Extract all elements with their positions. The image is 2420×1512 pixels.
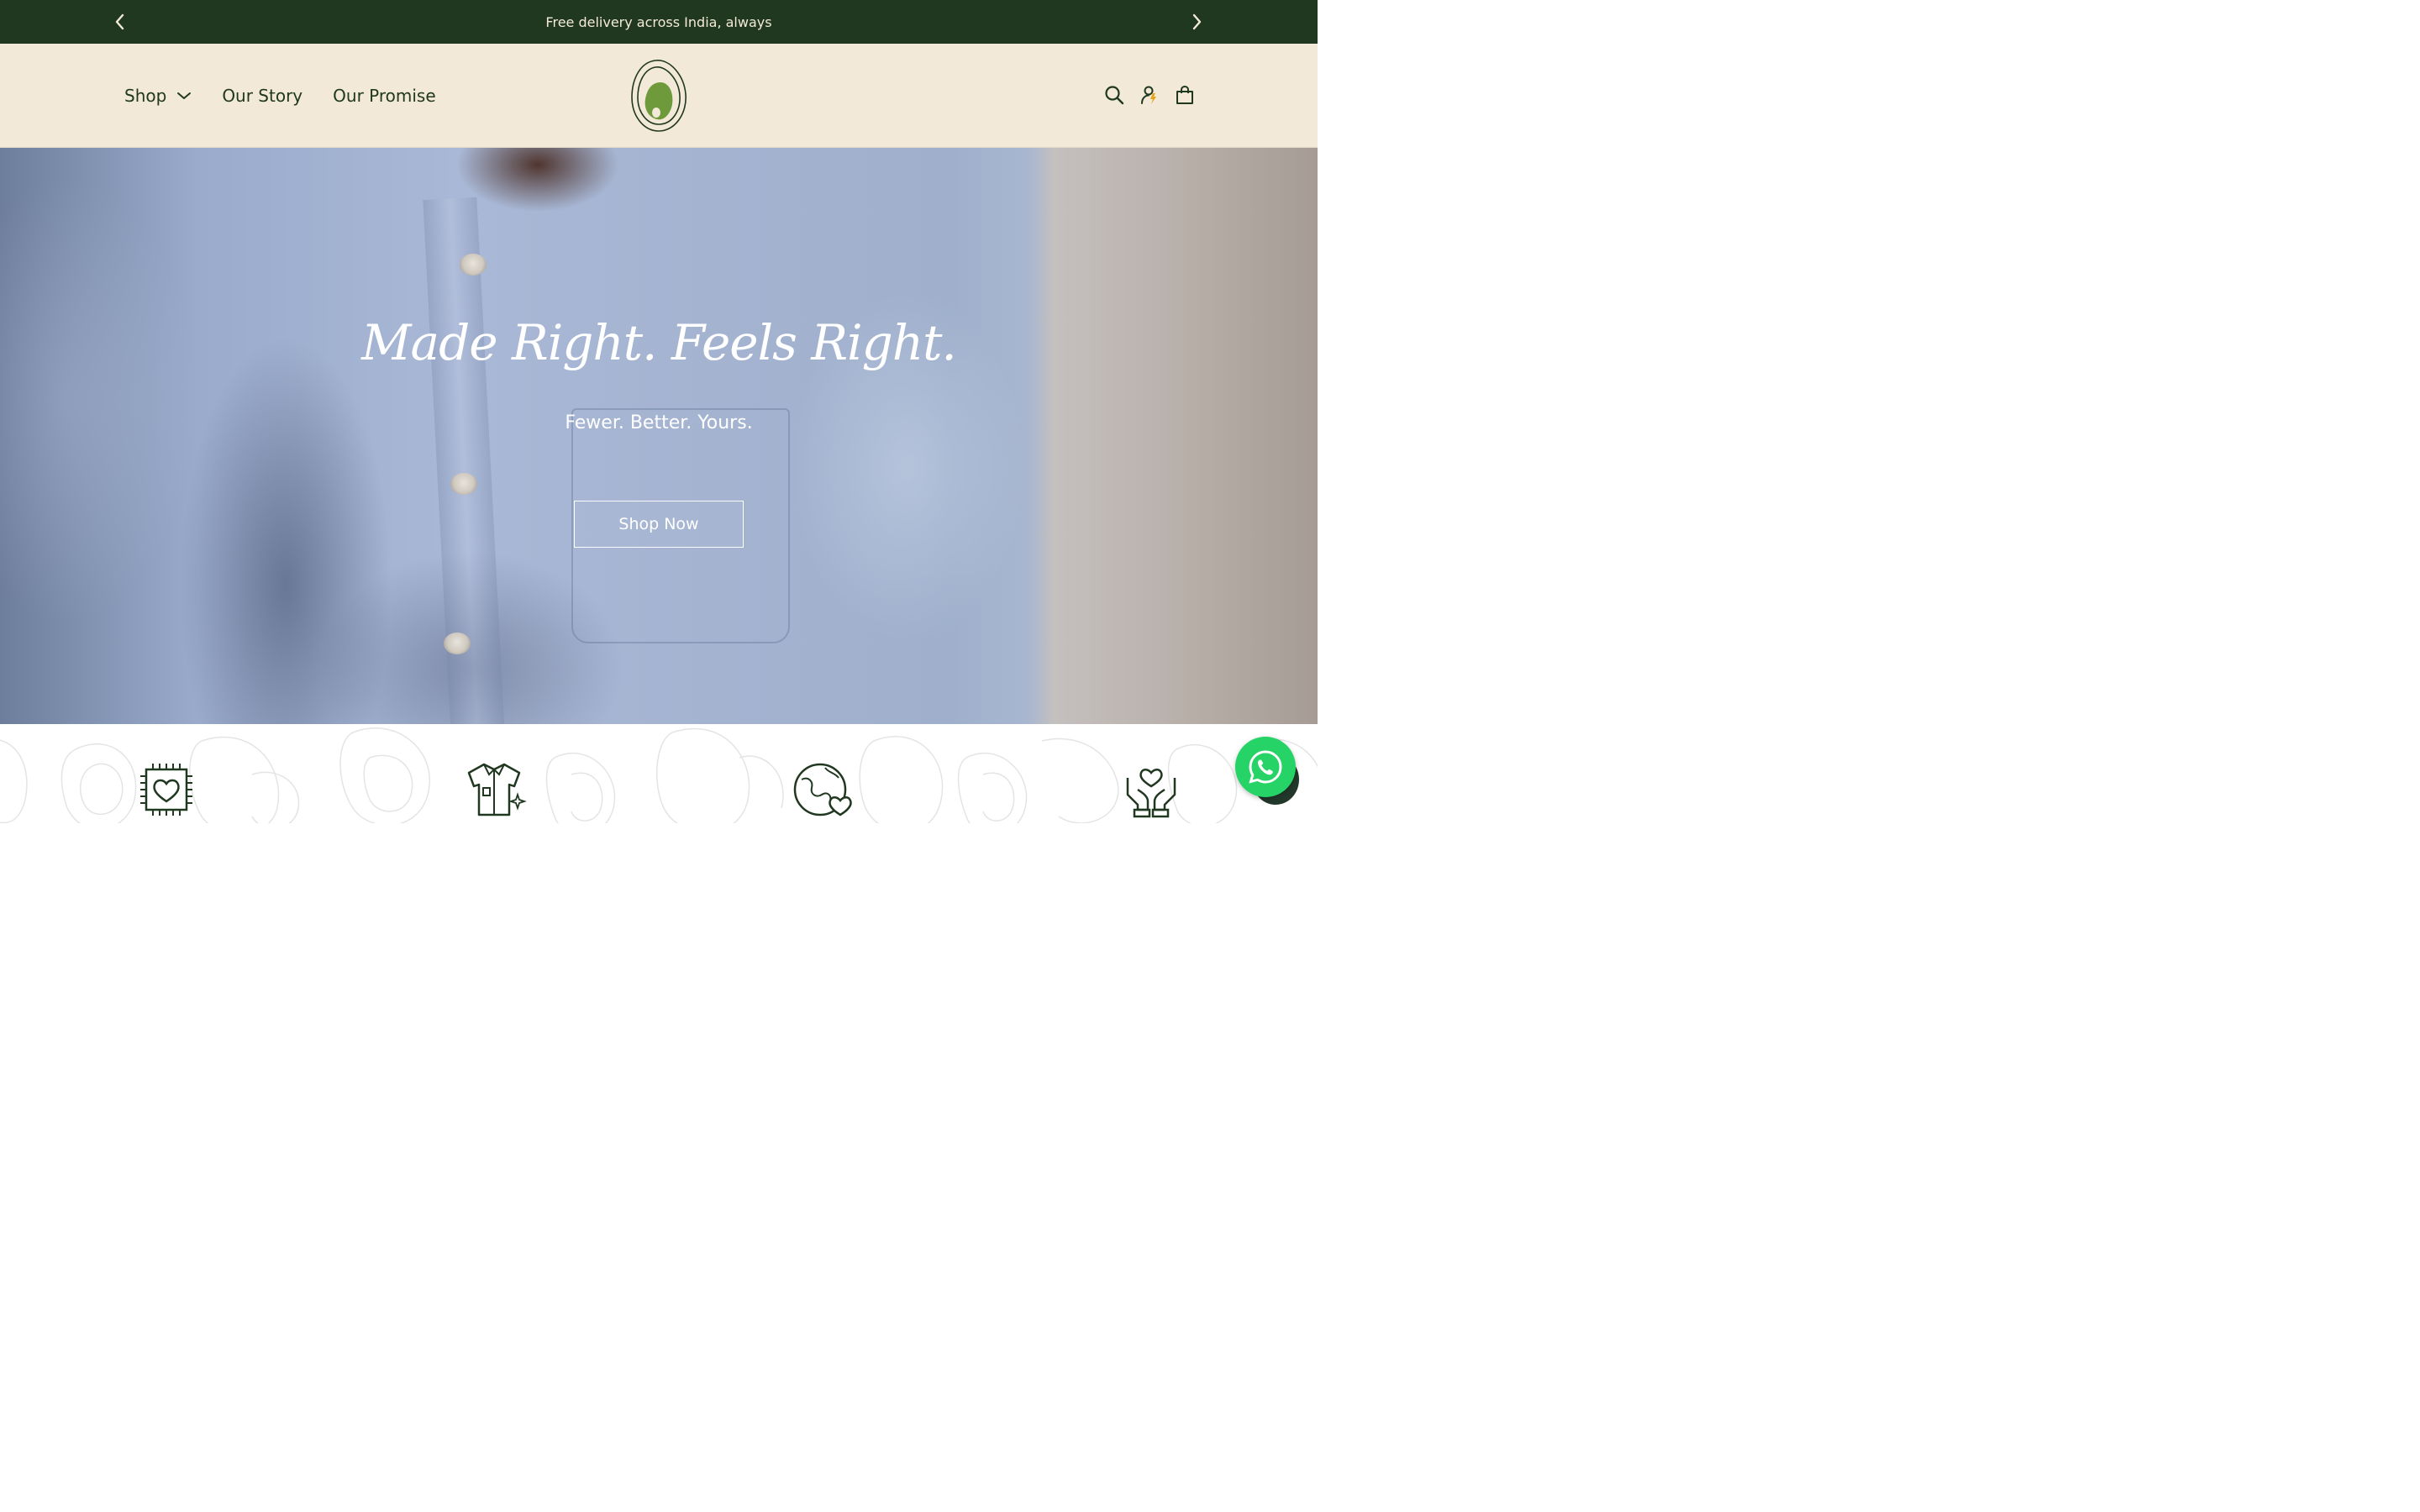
chevron-down-icon (176, 91, 192, 101)
announcement-next-button[interactable] (1186, 12, 1207, 32)
shop-now-button[interactable]: Shop Now (574, 501, 744, 548)
features-strip (0, 724, 1318, 823)
hands-heart-icon (1118, 761, 1185, 820)
heart-fabric-icon (133, 761, 200, 820)
nav-item-shop[interactable]: Shop (124, 86, 192, 106)
search-icon[interactable] (1103, 84, 1124, 105)
account-icon[interactable] (1139, 84, 1160, 105)
nav-item-label: Our Promise (333, 86, 436, 106)
hero-content: Made Right. Feels Right. Fewer. Better. … (0, 148, 1318, 724)
cart-icon[interactable] (1174, 84, 1195, 105)
nav-item-label: Our Story (222, 86, 303, 106)
header-actions (1103, 84, 1195, 105)
announcement-bar: Free delivery across India, always (0, 0, 1318, 44)
nav-item-our-promise[interactable]: Our Promise (333, 86, 436, 106)
chevron-left-icon (115, 13, 124, 30)
site-header: Shop Our Story Our Promise (0, 44, 1318, 148)
hero-subtitle: Fewer. Better. Yours. (565, 412, 753, 433)
shirt-sparkle-icon (460, 761, 528, 820)
whatsapp-icon (1249, 750, 1282, 784)
announcement-text: Free delivery across India, always (545, 13, 772, 30)
brand-logo-icon[interactable] (629, 57, 689, 134)
chevron-right-icon (1192, 13, 1202, 30)
announcement-prev-button[interactable] (110, 12, 130, 32)
hero-title: Made Right. Feels Right. (361, 314, 957, 371)
nav-item-label: Shop (124, 86, 167, 106)
globe-heart-icon (790, 761, 857, 820)
nav-item-our-story[interactable]: Our Story (222, 86, 302, 106)
main-nav: Shop Our Story Our Promise (124, 44, 466, 148)
whatsapp-button[interactable] (1235, 737, 1296, 797)
